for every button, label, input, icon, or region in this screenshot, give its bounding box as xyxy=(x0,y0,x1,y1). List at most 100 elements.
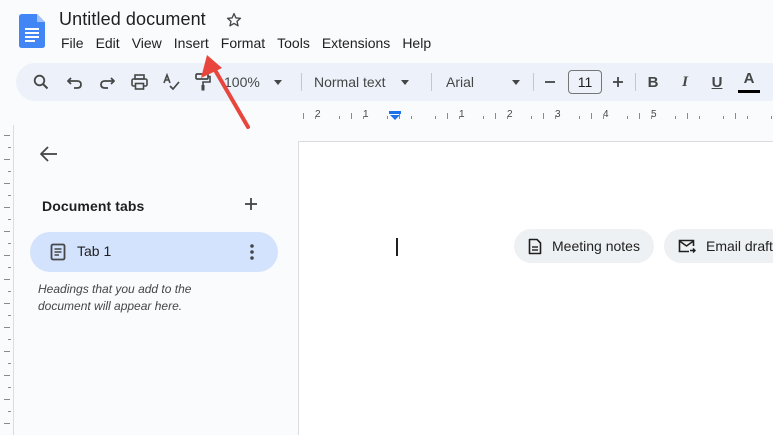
ruler-tick xyxy=(387,116,388,119)
ruler-tick xyxy=(8,411,11,412)
redo-button[interactable] xyxy=(96,63,118,101)
toolbar-divider xyxy=(431,73,432,91)
ruler-tick xyxy=(4,399,10,400)
style-select[interactable]: Normal text xyxy=(314,63,420,101)
ruler-tick xyxy=(639,113,640,119)
paint-format-button[interactable] xyxy=(192,63,214,101)
document-icon xyxy=(50,243,66,261)
ruler-tick xyxy=(4,351,10,352)
decrease-font-size-button[interactable] xyxy=(542,63,558,101)
ruler-tick xyxy=(459,116,460,119)
ruler-tick xyxy=(4,255,10,256)
chevron-down-icon xyxy=(273,79,282,85)
ruler-tick xyxy=(363,116,364,119)
undo-icon xyxy=(67,77,82,89)
ruler-tick xyxy=(411,116,412,119)
menu-help[interactable]: Help xyxy=(396,34,437,54)
horizontal-ruler[interactable]: 2 1 1 2 3 4 5 xyxy=(298,107,773,125)
ruler-tick xyxy=(447,113,448,119)
increase-font-size-button[interactable] xyxy=(610,63,626,101)
ruler-tick xyxy=(591,113,592,119)
zoom-select[interactable]: 100% xyxy=(224,63,292,101)
ruler-tick xyxy=(603,116,604,119)
underline-button[interactable]: U xyxy=(707,63,727,101)
panel-title: Document tabs xyxy=(42,198,145,214)
style-value: Normal text xyxy=(314,74,386,90)
menu-format[interactable]: Format xyxy=(215,34,271,54)
vertical-ruler[interactable] xyxy=(0,125,14,435)
ruler-tick xyxy=(4,423,10,424)
toolbar-divider xyxy=(635,73,636,91)
document-title[interactable]: Untitled document xyxy=(59,9,206,30)
text-cursor xyxy=(396,238,398,256)
ruler-tick xyxy=(495,113,496,119)
ruler-tick xyxy=(8,315,11,316)
arrow-back-icon[interactable] xyxy=(39,144,59,164)
google-docs-window: Untitled document File Edit View Insert … xyxy=(0,0,773,435)
ruler-tick xyxy=(8,267,11,268)
ruler-tick xyxy=(351,113,352,119)
email-forward-icon xyxy=(678,239,696,253)
document-page[interactable]: Meeting notes Email draft xyxy=(298,141,773,435)
chevron-down-icon xyxy=(512,79,521,85)
ruler-tick xyxy=(735,113,736,119)
ruler-tick xyxy=(4,279,10,280)
print-button[interactable] xyxy=(128,63,150,101)
ruler-tick xyxy=(8,243,11,244)
meeting-notes-chip[interactable]: Meeting notes xyxy=(514,229,654,263)
menu-tools[interactable]: Tools xyxy=(271,34,316,54)
star-outline-icon[interactable] xyxy=(225,11,243,29)
toolbar-divider xyxy=(533,73,534,91)
text-color-label: A xyxy=(743,69,755,87)
more-vert-icon[interactable] xyxy=(248,243,256,261)
ruler-tick xyxy=(4,327,10,328)
print-icon xyxy=(130,74,148,90)
ruler-tick xyxy=(8,363,11,364)
ruler-tick xyxy=(4,135,10,136)
ruler-tick xyxy=(8,219,11,220)
ruler-tick xyxy=(8,387,11,388)
ruler-tick xyxy=(8,147,11,148)
document-tabs-panel: Document tabs Tab 1 Headings that you ad… xyxy=(15,125,299,435)
ruler-tick xyxy=(543,113,544,119)
search-icon xyxy=(33,74,49,90)
ruler-tick xyxy=(687,113,688,119)
ruler-tick xyxy=(4,375,10,376)
ruler-tick xyxy=(339,116,340,119)
italic-button[interactable]: I xyxy=(675,63,695,101)
paint-format-icon xyxy=(195,73,211,91)
indent-marker-icon[interactable] xyxy=(389,111,401,121)
font-select[interactable]: Arial xyxy=(446,63,524,101)
ruler-tick xyxy=(675,116,676,119)
ruler-tick xyxy=(699,116,700,119)
tab-item-tab-1[interactable]: Tab 1 xyxy=(30,232,278,272)
ruler-tick xyxy=(483,116,484,119)
ruler-tick xyxy=(747,116,748,119)
ruler-tick xyxy=(507,116,508,119)
add-icon[interactable] xyxy=(243,196,259,212)
ruler-tick xyxy=(315,116,316,119)
spellcheck-icon xyxy=(163,73,180,91)
ruler-tick xyxy=(531,116,532,119)
menu-view[interactable]: View xyxy=(126,34,168,54)
email-draft-chip[interactable]: Email draft xyxy=(664,229,773,263)
text-color-button[interactable]: A xyxy=(738,63,760,101)
font-value: Arial xyxy=(446,74,475,90)
chip-label: Email draft xyxy=(706,238,773,254)
ruler-tick xyxy=(4,207,10,208)
spellcheck-button[interactable] xyxy=(160,63,182,101)
search-menus-button[interactable] xyxy=(30,63,52,101)
redo-icon xyxy=(100,77,115,89)
ruler-tick xyxy=(8,195,11,196)
undo-button[interactable] xyxy=(64,63,86,101)
menu-edit[interactable]: Edit xyxy=(90,34,126,54)
menu-file[interactable]: File xyxy=(55,34,90,54)
ruler-tick xyxy=(723,116,724,119)
font-size-input[interactable]: 11 xyxy=(568,70,602,94)
menu-insert[interactable]: Insert xyxy=(168,34,215,54)
ruler-tick xyxy=(579,116,580,119)
menu-extensions[interactable]: Extensions xyxy=(316,34,396,54)
google-docs-logo[interactable] xyxy=(19,14,45,48)
bold-button[interactable]: B xyxy=(643,63,663,101)
empty-headings-hint: Headings that you add to the document wi… xyxy=(38,282,192,313)
